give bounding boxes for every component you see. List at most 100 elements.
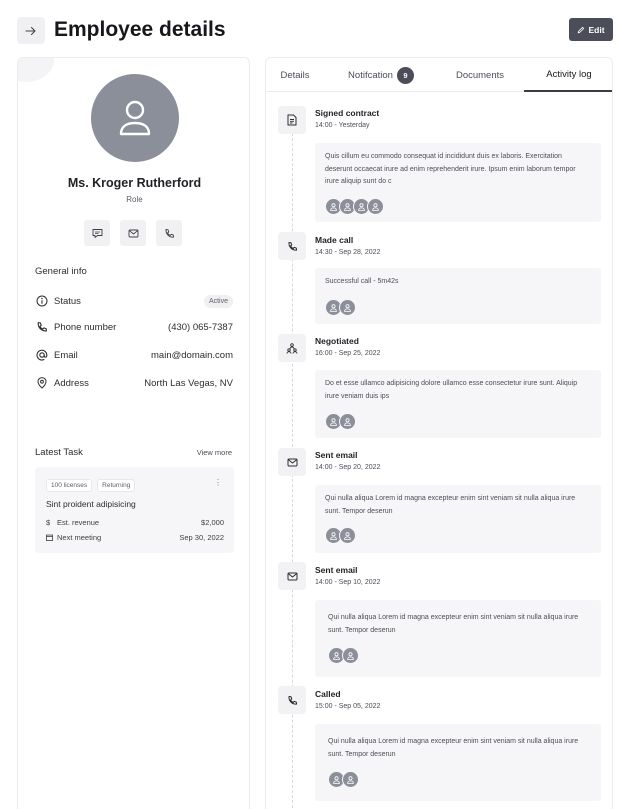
tab-bar: Details Notifcation 9 Documents Activity… <box>266 58 612 92</box>
status-row: Status Active <box>35 292 233 310</box>
activity-icon-box <box>278 448 306 476</box>
activity-text: Quis cillum eu commodo consequat id inci… <box>325 153 576 185</box>
task-tags: 100 licenses Returning <box>46 479 136 492</box>
revenue-row: $ Est. revenue $2,000 <box>46 518 224 527</box>
arrow-right-icon <box>25 26 36 35</box>
avatar-group <box>325 198 384 215</box>
activity-detail: Qui nulla aliqua Lorem id magna excepteu… <box>315 485 601 553</box>
user-icon <box>339 527 356 544</box>
latest-task-title: Latest Task <box>35 447 83 458</box>
tab-documents[interactable]: Documents <box>438 58 522 92</box>
mail-icon <box>287 572 297 580</box>
activity-text: Qui nulla aliqua Lorem id magna excepteu… <box>325 495 576 515</box>
phone-label: Phone number <box>54 321 117 333</box>
meeting-row: Next meeting Sep 30, 2022 <box>46 533 224 542</box>
meeting-value: Sep 30, 2022 <box>179 533 224 542</box>
activity-time: 14:00 - Sep 20, 2022 <box>315 464 381 471</box>
profile-card: Ms. Kroger Rutherford Role General info … <box>17 57 250 809</box>
status-badge: Active <box>203 294 233 308</box>
revenue-value: $2,000 <box>201 518 224 527</box>
activity-time: 14:00 - Sep 10, 2022 <box>315 579 381 586</box>
activity-icon-box <box>278 686 306 714</box>
pencil-icon <box>578 26 585 33</box>
page-title: Employee details <box>54 18 226 41</box>
avatar-group <box>325 299 356 316</box>
user-icon <box>367 198 384 215</box>
task-card[interactable]: 100 licenses Returning ⋮ Sint proident a… <box>35 467 234 553</box>
user-icon <box>119 100 151 136</box>
address-label: Address <box>54 377 89 389</box>
phone-value[interactable]: (430) 065-7387 <box>168 322 233 333</box>
calendar-icon <box>46 534 55 541</box>
edit-button[interactable]: Edit <box>569 18 613 41</box>
task-name: Sint proident adipisicing <box>46 499 136 509</box>
location-pin-icon <box>35 376 49 390</box>
page-header: Employee details Edit <box>17 16 613 44</box>
phone-icon <box>287 241 297 251</box>
employee-name: Ms. Kroger Rutherford <box>67 176 202 190</box>
activity-detail: Do et esse ullamco adipisicing dolore ul… <box>315 370 601 438</box>
back-button[interactable] <box>17 17 45 44</box>
activity-detail: Qui nulla aliqua Lorem id magna excepteu… <box>315 600 601 677</box>
activity-text: Do et esse ullamco adipisicing dolore ul… <box>325 380 578 400</box>
activity-text: Qui nulla aliqua Lorem id magna excepteu… <box>328 738 579 758</box>
activity-icon-box <box>278 562 306 590</box>
meeting-label: Next meeting <box>57 533 102 542</box>
more-options-icon[interactable]: ⋮ <box>214 478 222 487</box>
email-value[interactable]: main@domain.com <box>151 350 233 361</box>
people-icon <box>286 342 298 354</box>
decorative-blob <box>18 58 54 82</box>
address-value: North Las Vegas, NV <box>144 377 233 389</box>
activity-detail: Successful call - 5m42s <box>315 268 601 324</box>
phone-icon <box>35 320 49 334</box>
phone-row: Phone number (430) 065-7387 <box>35 318 233 336</box>
phone-icon <box>287 695 297 705</box>
task-tag: 100 licenses <box>46 479 93 492</box>
user-icon <box>339 413 356 430</box>
avatar-group <box>328 771 359 788</box>
activity-detail: Quis cillum eu commodo consequat id inci… <box>315 143 601 222</box>
activity-card: Details Notifcation 9 Documents Activity… <box>265 57 613 809</box>
activity-icon-box <box>278 334 306 362</box>
activity-title: Made call <box>315 235 354 245</box>
at-icon <box>35 348 49 362</box>
activity-title: Sent email <box>315 565 358 575</box>
call-button[interactable] <box>156 220 182 246</box>
mail-icon <box>128 229 138 237</box>
tab-notification[interactable]: Notifcation 9 <box>334 58 428 92</box>
view-more-link[interactable]: View more <box>197 448 232 457</box>
avatar-group <box>328 647 359 664</box>
edit-button-label: Edit <box>588 24 605 35</box>
general-info-title: General info <box>35 266 87 277</box>
activity-time: 16:00 - Sep 25, 2022 <box>315 350 381 357</box>
user-icon <box>342 647 359 664</box>
tab-activity-log[interactable]: Activity log <box>524 58 612 92</box>
tab-label: Documents <box>455 69 505 81</box>
phone-icon <box>165 228 174 238</box>
tab-details[interactable]: Details <box>266 58 324 92</box>
status-label: Status <box>54 295 81 307</box>
activity-time: 14:30 - Sep 28, 2022 <box>315 249 381 256</box>
activity-text: Successful call - 5m42s <box>325 278 399 285</box>
activity-time: 14:00 - Yesterday <box>315 122 370 129</box>
activity-detail: Qui nulla aliqua Lorem id magna excepteu… <box>315 724 601 801</box>
dollar-icon: $ <box>46 518 51 527</box>
notification-count-badge: 9 <box>396 66 414 84</box>
email-row: Email main@domain.com <box>35 346 233 364</box>
activity-text: Qui nulla aliqua Lorem id magna excepteu… <box>328 614 579 634</box>
tab-label: Notifcation <box>348 69 393 81</box>
task-tag: Returning <box>97 479 136 492</box>
user-icon <box>339 299 356 316</box>
activity-icon-box <box>278 106 306 134</box>
document-icon <box>287 114 297 126</box>
activity-title: Negotiated <box>315 336 359 346</box>
avatar-group <box>325 413 356 430</box>
message-button[interactable] <box>84 220 110 246</box>
activity-title: Sent email <box>315 450 358 460</box>
activity-title: Signed contract <box>315 108 380 118</box>
activity-time: 15:00 - Sep 05, 2022 <box>315 703 381 710</box>
mail-button[interactable] <box>120 220 146 246</box>
revenue-label: Est. revenue <box>57 518 100 527</box>
email-label: Email <box>54 349 78 361</box>
tab-label: Activity log <box>546 68 592 80</box>
